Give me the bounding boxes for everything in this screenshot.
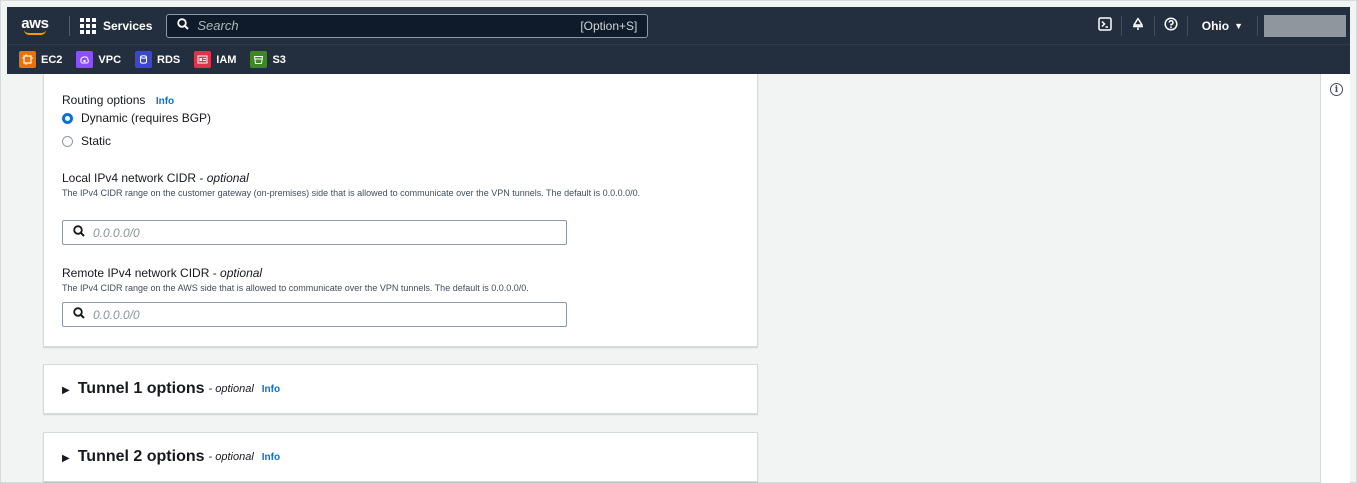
- favorite-vpc[interactable]: VPC: [76, 51, 121, 68]
- divider: [69, 15, 70, 36]
- remote-cidr-input[interactable]: [93, 307, 493, 322]
- divider: [1257, 15, 1258, 36]
- remote-cidr-description: The IPv4 CIDR range on the AWS side that…: [62, 283, 529, 293]
- grid-icon: [80, 17, 96, 34]
- vpc-icon: [76, 51, 94, 68]
- nav-tools: Ohio ▼: [1089, 7, 1350, 44]
- aws-smile-icon: [24, 30, 46, 35]
- remote-cidr-label: Remote IPv4 network CIDR - optional: [62, 266, 263, 280]
- bell-icon[interactable]: [1122, 17, 1154, 34]
- search-icon: [73, 307, 85, 322]
- region-label: Ohio: [1201, 18, 1230, 33]
- tunnel-1-optional: - optional: [208, 383, 254, 395]
- cloudshell-icon[interactable]: [1089, 17, 1121, 34]
- top-navigation: aws Services [Option+S] Ohio ▼: [7, 7, 1350, 44]
- radio-dynamic[interactable]: Dynamic (requires BGP): [62, 111, 211, 125]
- iam-icon: [194, 51, 212, 68]
- routing-options-label: Routing options: [62, 93, 146, 107]
- radio-button[interactable]: [62, 135, 73, 147]
- radio-static[interactable]: Static: [62, 134, 111, 148]
- tools-rail: [1320, 74, 1350, 483]
- local-cidr-input[interactable]: [93, 225, 493, 240]
- search-input[interactable]: [197, 18, 573, 33]
- tunnel-1-title: Tunnel 1 options: [77, 380, 205, 397]
- favorite-iam[interactable]: IAM: [194, 51, 236, 68]
- search-icon: [177, 18, 190, 33]
- s3-icon: [250, 51, 268, 68]
- region-selector[interactable]: Ohio ▼: [1188, 19, 1257, 33]
- vpn-options-panel: Routing options Info Dynamic (requires B…: [43, 74, 758, 347]
- tunnel-2-options-expander[interactable]: ▶ Tunnel 2 options - optional Info: [43, 432, 758, 482]
- ec2-icon: [19, 51, 36, 68]
- local-cidr-description: The IPv4 CIDR range on the customer gate…: [62, 188, 641, 198]
- routing-info-link[interactable]: Info: [156, 96, 174, 107]
- aws-logo[interactable]: aws: [11, 7, 59, 44]
- tunnel-2-info-link[interactable]: Info: [262, 452, 280, 463]
- favorites-bar: EC2 VPC RDS IAM S3: [7, 44, 1350, 74]
- local-cidr-field[interactable]: [62, 220, 567, 245]
- tunnel-1-info-link[interactable]: Info: [262, 384, 280, 395]
- caret-right-icon: ▶: [62, 384, 70, 396]
- favorite-rds[interactable]: RDS: [135, 51, 180, 68]
- remote-cidr-field[interactable]: [62, 302, 567, 327]
- local-cidr-label: Local IPv4 network CIDR - optional: [62, 171, 249, 185]
- info-panel-icon[interactable]: i: [1330, 83, 1343, 96]
- radio-button-checked[interactable]: [62, 112, 73, 124]
- tunnel-2-title: Tunnel 2 options: [77, 448, 205, 465]
- account-menu[interactable]: [1264, 14, 1346, 37]
- rds-icon: [135, 51, 153, 68]
- favorite-ec2[interactable]: EC2: [19, 51, 62, 68]
- caret-down-icon: ▼: [1234, 20, 1243, 31]
- services-button[interactable]: Services: [80, 17, 153, 34]
- search-icon: [73, 225, 85, 240]
- search-bar[interactable]: [Option+S]: [166, 13, 649, 38]
- tunnel-1-options-expander[interactable]: ▶ Tunnel 1 options - optional Info: [43, 364, 758, 414]
- routing-options-heading: Routing options Info: [62, 91, 174, 109]
- caret-right-icon: ▶: [62, 452, 70, 464]
- search-shortcut: [Option+S]: [580, 18, 638, 33]
- help-icon[interactable]: [1155, 17, 1187, 34]
- services-label: Services: [103, 18, 153, 33]
- favorite-s3[interactable]: S3: [250, 51, 286, 68]
- tunnel-2-optional: - optional: [208, 451, 254, 463]
